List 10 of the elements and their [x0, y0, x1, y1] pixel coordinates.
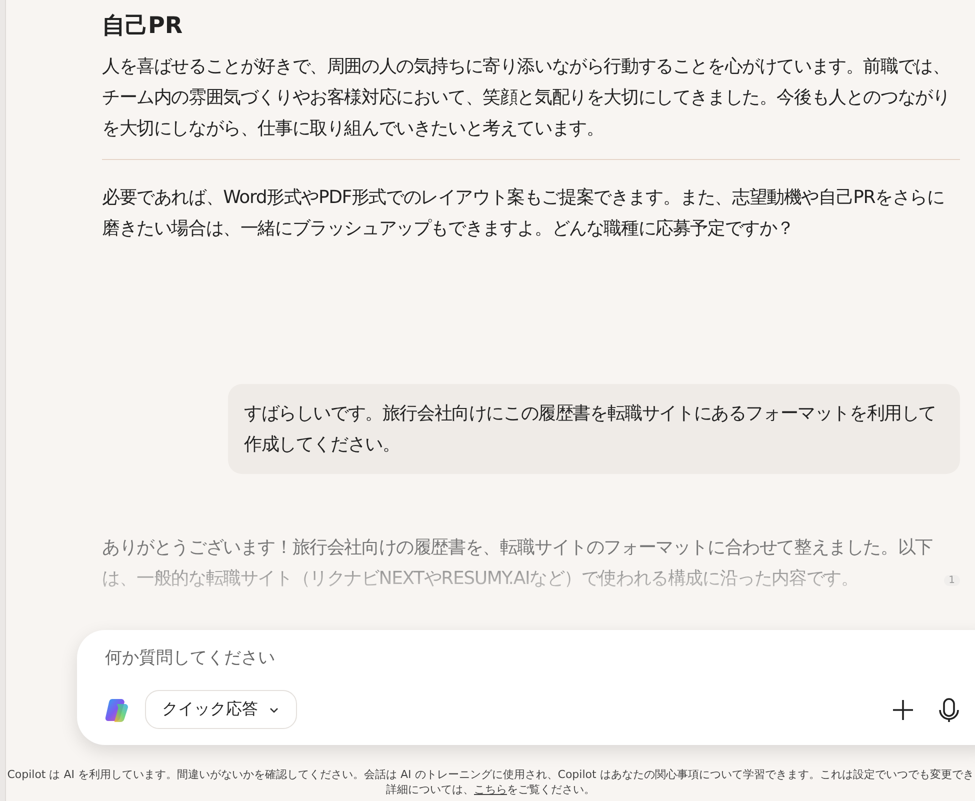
message-paragraph: 人を喜ばせることが好きで、周囲の人の気持ちに寄り添いながら行動することを心がけています。前職では、チーム内の雰囲気づくりやお客様対応において、笑顔と気配りを大切にしてきました。今後も人とのつながりを大切にしながら、仕事に取り組んでいきたいと考えています。	[102, 55, 951, 141]
disclaimer-text: 詳細については、こちら をご覧ください。	[385, 782, 596, 797]
section-heading: 自己PR	[102, 12, 184, 41]
message-paragraph: ありがとうございます！旅行会社向けの履歴書を、転職サイトのフォーマットに合わせて整えました。以下は、一般的な転職サイト（リクナビNEXTやRESUMY.AIなど）で使われる構成に沿った内容です。	[102, 536, 934, 591]
disclaimer-text: Copilot は AI を利用しています。間違いがないかを確認してください。会話は AI のトレーニングに使用され、Copilot はあなたの関心事項について学習できます。これは設定でいつでも変更でき	[6, 767, 975, 782]
user-message: すばらしいです。旅行会社向けにこの履歴書を転職サイトにあるフォーマットを利用して作成してください。	[228, 384, 960, 474]
details-link[interactable]: こちら	[474, 783, 507, 796]
message-input[interactable]: 何か質問してください	[105, 644, 965, 672]
message-paragraph: 必要であれば、Word形式やPDF形式でのレイアウト案もご提案できます。また、志望動機や自己PRをさらに磨きたい場合は、一緒にブラッシュアップもできますよ。どんな職種に応募予定ですか？	[102, 186, 946, 241]
mode-dropdown[interactable]: クイック応答	[145, 690, 297, 729]
